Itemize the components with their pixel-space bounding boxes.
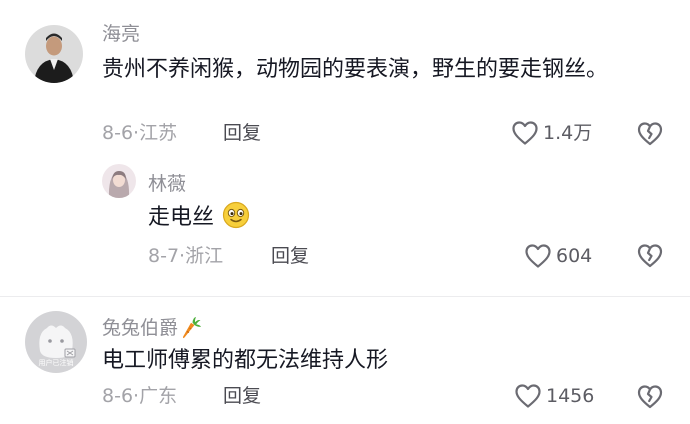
reply-button[interactable]: 回复 xyxy=(271,244,309,268)
reply-button[interactable]: 回复 xyxy=(223,121,261,145)
girl-photo-icon xyxy=(102,164,136,198)
like-count: 1456 xyxy=(546,385,595,407)
like-count: 604 xyxy=(556,245,593,267)
broken-heart-icon xyxy=(637,243,663,269)
username[interactable]: 林薇 xyxy=(148,172,186,196)
comment-body: 走电丝 xyxy=(148,205,215,230)
heart-icon xyxy=(514,383,542,409)
like-count: 1.4万 xyxy=(543,122,593,144)
username[interactable]: 海亮 xyxy=(102,22,140,46)
like-button[interactable]: 604 xyxy=(524,243,592,269)
reply-button[interactable]: 回复 xyxy=(223,384,261,408)
comment-meta: 8-6·江苏 xyxy=(102,121,177,145)
avatar[interactable] xyxy=(25,25,83,83)
comment-location: 浙江 xyxy=(185,245,224,267)
avatar[interactable] xyxy=(102,164,136,198)
dislike-button[interactable] xyxy=(637,243,663,269)
dislike-button[interactable] xyxy=(637,121,663,147)
avatar-label: 用户已注销 xyxy=(38,359,74,367)
comment-section: 海亮 贵州不养闲猴，动物园的要表演，野生的要走钢丝。 8-6·江苏 回复 1.4… xyxy=(0,0,690,424)
comment-meta: 8-7·浙江 xyxy=(148,244,223,268)
heart-icon xyxy=(524,243,552,269)
comment-meta: 8-6·广东 xyxy=(102,384,177,408)
username-text: 兔兔伯爵 xyxy=(102,317,179,339)
like-button[interactable]: 1456 xyxy=(514,383,594,409)
avatar[interactable]: 用户已注销 xyxy=(25,311,87,373)
smiling-face-emoji xyxy=(222,201,250,241)
comment-date: 8-7 xyxy=(148,245,180,267)
comment-location: 广东 xyxy=(139,385,178,407)
comment-location: 江苏 xyxy=(139,122,178,144)
comment-text: 贵州不养闲猴，动物园的要表演，野生的要走钢丝。 xyxy=(102,57,609,82)
comment-date: 8-6 xyxy=(102,122,134,144)
person-photo-icon xyxy=(25,25,83,83)
comment-text: 电工师傅累的都无法维持人形 xyxy=(102,348,389,373)
comment-text: 走电丝 xyxy=(148,200,250,241)
carrot-emoji xyxy=(180,316,202,346)
heart-icon xyxy=(511,120,539,146)
dislike-button[interactable] xyxy=(637,384,663,410)
broken-heart-icon xyxy=(637,121,663,147)
broken-heart-icon xyxy=(637,384,663,410)
comment-date: 8-6 xyxy=(102,385,134,407)
divider xyxy=(0,296,690,297)
username[interactable]: 兔兔伯爵 xyxy=(102,316,202,346)
like-button[interactable]: 1.4万 xyxy=(511,120,592,146)
